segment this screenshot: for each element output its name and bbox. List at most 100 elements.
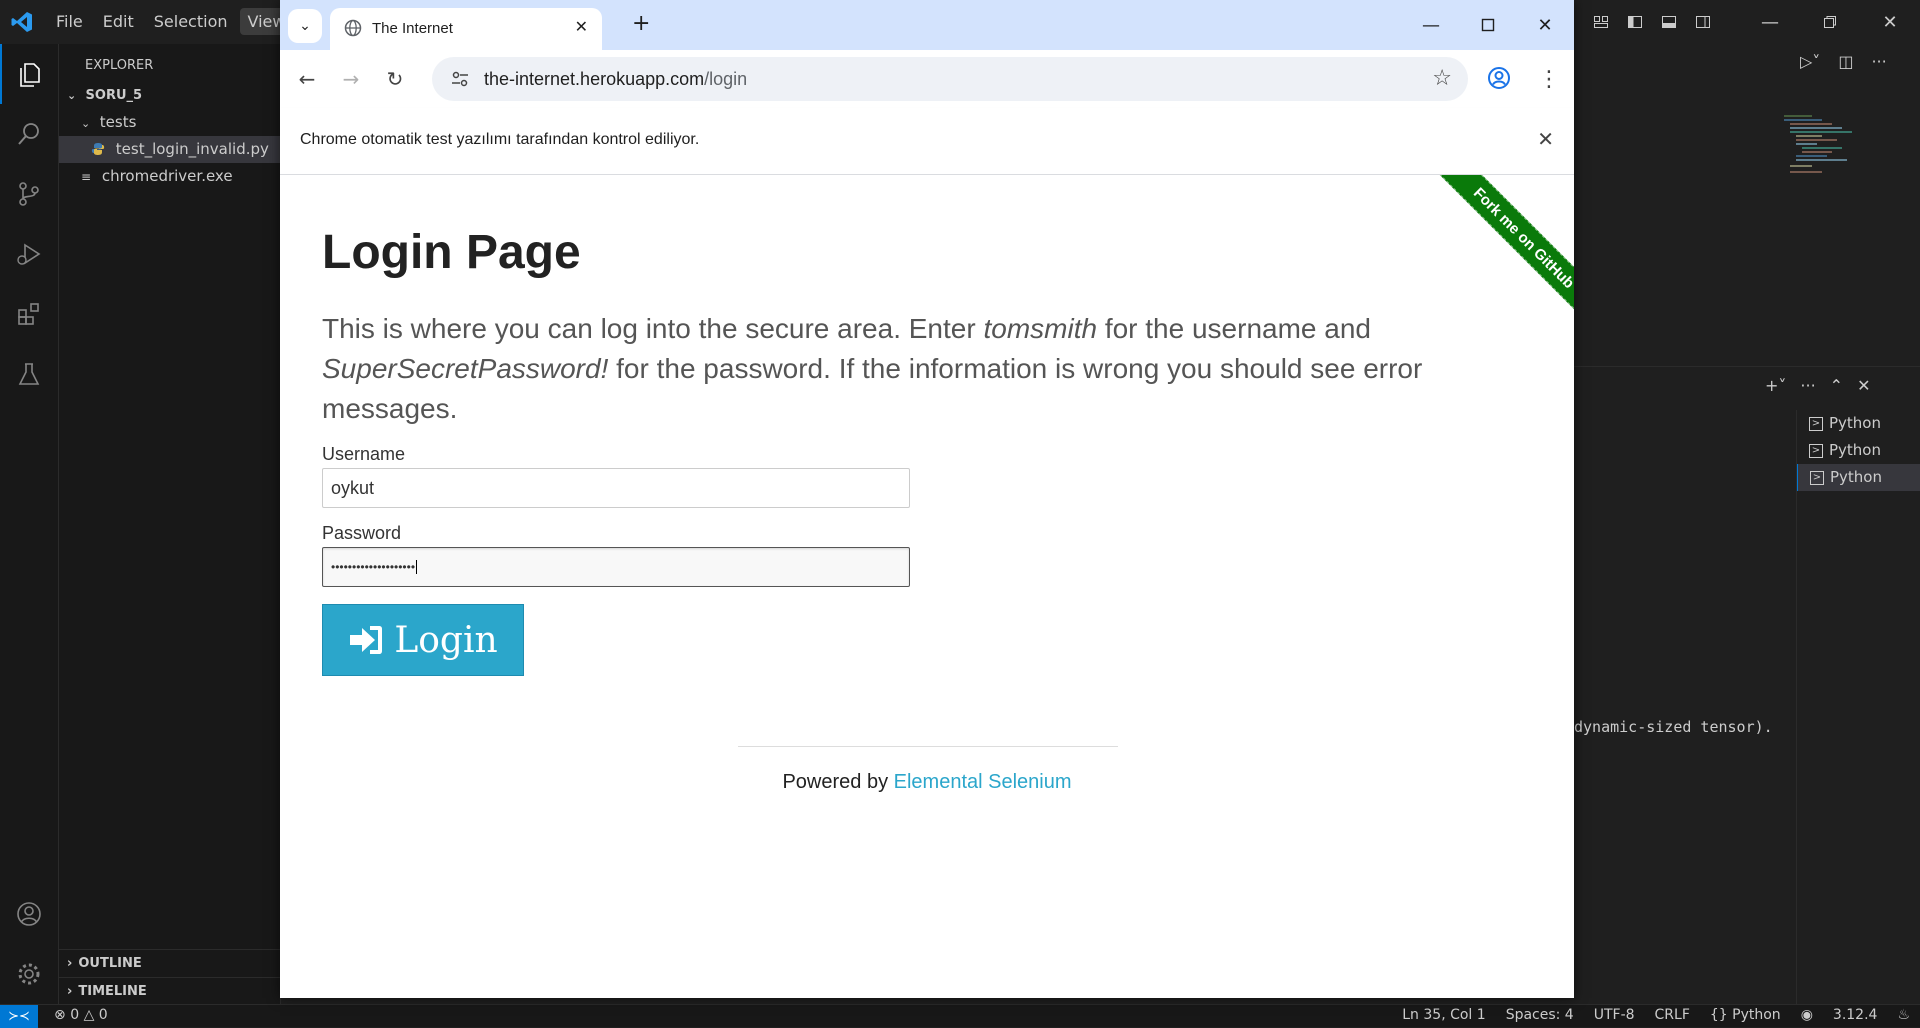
tab-search-icon[interactable]: ⌄: [288, 9, 322, 43]
cursor-position[interactable]: Ln 35, Col 1: [1402, 1007, 1485, 1023]
url-host: the-internet.herokuapp.com: [484, 69, 705, 89]
terminal-icon: >: [1809, 416, 1823, 431]
chevron-right-icon: ›: [67, 984, 73, 999]
warning-icon: △: [83, 1007, 95, 1023]
address-bar[interactable]: the-internet.herokuapp.com/login ☆: [432, 57, 1468, 101]
globe-icon: [344, 19, 362, 37]
tree-folder-tests[interactable]: ⌄ tests: [59, 109, 280, 136]
vscode-restore-icon[interactable]: [1800, 0, 1860, 44]
toggle-sidebar-icon[interactable]: [1618, 0, 1652, 44]
terminal-icon: >: [1809, 443, 1823, 458]
more-actions-icon[interactable]: ···: [1871, 52, 1886, 71]
forward-arrow-icon[interactable]: →: [334, 62, 368, 96]
menu-edit[interactable]: Edit: [95, 8, 142, 35]
profile-icon[interactable]: [1484, 63, 1514, 93]
infobar-text: Chrome otomatik test yazılımı tarafından…: [300, 131, 700, 148]
run-debug-icon[interactable]: [0, 224, 58, 284]
outline-section[interactable]: › OUTLINE: [59, 949, 280, 977]
testing-icon[interactable]: [0, 344, 58, 404]
line-ending[interactable]: CRLF: [1655, 1007, 1690, 1023]
file-label: chromedriver.exe: [101, 167, 233, 185]
copilot-icon[interactable]: ◉: [1801, 1007, 1813, 1023]
split-editor-icon[interactable]: ◫: [1838, 52, 1853, 71]
toggle-panel-icon[interactable]: [1652, 0, 1686, 44]
timeline-section[interactable]: › TIMELINE: [59, 977, 280, 1005]
project-root[interactable]: ⌄ SORU_5: [59, 82, 280, 109]
terminal-list: > Python > Python > Python: [1796, 410, 1920, 1004]
minimap: [1784, 115, 1852, 173]
chevron-down-icon: ⌄: [67, 89, 77, 102]
terminal-label: Python: [1829, 441, 1881, 459]
chrome-close-icon[interactable]: ✕: [1516, 0, 1574, 50]
outline-label: OUTLINE: [78, 956, 142, 971]
warning-count: 0: [98, 1007, 108, 1023]
tab-the-internet[interactable]: The Internet ✕: [330, 8, 602, 50]
panel-more-icon[interactable]: ···: [1800, 376, 1815, 395]
tree-file-chromedriver[interactable]: ≡ chromedriver.exe: [59, 163, 280, 190]
tab-strip: ⌄ The Internet ✕ + — ✕: [280, 0, 1574, 50]
remote-indicator-icon[interactable]: ≻≺: [0, 1005, 38, 1028]
vscode-close-icon[interactable]: ✕: [1860, 0, 1920, 44]
terminal-item[interactable]: > Python: [1797, 437, 1920, 464]
toggle-secondary-sidebar-icon[interactable]: [1686, 0, 1720, 44]
status-bar: ≻≺ ⊗ 0 △ 0 Ln 35, Col 1 Spaces: 4 UTF-8 …: [0, 1004, 1920, 1028]
chrome-window: ⌄ The Internet ✕ + — ✕ ← → ↻ the-interne…: [280, 0, 1574, 998]
encoding[interactable]: UTF-8: [1594, 1007, 1635, 1023]
maximize-panel-icon[interactable]: ⌃: [1830, 376, 1843, 395]
problems-indicator[interactable]: ⊗ 0 △ 0: [54, 1007, 108, 1023]
terminal-icon: >: [1810, 470, 1824, 485]
timeline-label: TIMELINE: [78, 984, 147, 999]
language-mode[interactable]: {} Python: [1710, 1007, 1781, 1023]
chrome-menu-icon[interactable]: ⋮: [1534, 62, 1564, 96]
tree-file-test-login-invalid[interactable]: test_login_invalid.py: [59, 136, 280, 163]
python-version[interactable]: 3.12.4: [1833, 1007, 1878, 1023]
new-terminal-icon[interactable]: +˅: [1765, 376, 1786, 395]
search-icon[interactable]: [0, 104, 58, 164]
chrome-toolbar: ← → ↻ the-internet.herokuapp.com/login ☆…: [280, 50, 1574, 109]
vscode-minimize-icon[interactable]: —: [1740, 0, 1800, 44]
chevron-down-icon: ⌄: [81, 117, 91, 130]
manage-gear-icon[interactable]: [0, 944, 58, 1004]
login-button-label: Login: [394, 619, 498, 661]
lead-part: for the username and: [1097, 313, 1371, 344]
source-control-icon[interactable]: [0, 164, 58, 224]
indentation[interactable]: Spaces: 4: [1506, 1007, 1574, 1023]
close-panel-icon[interactable]: ✕: [1857, 376, 1870, 395]
extensions-icon[interactable]: [0, 284, 58, 344]
instructions-text: This is where you can log into the secur…: [322, 309, 1462, 429]
accounts-icon[interactable]: [0, 884, 58, 944]
chrome-maximize-icon[interactable]: [1459, 0, 1517, 50]
password-mask: ••••••••••••••••••••: [331, 560, 416, 574]
panel-border: [1574, 366, 1920, 367]
notifications-bell-icon[interactable]: ♨: [1897, 1007, 1910, 1023]
url-path: /login: [704, 69, 748, 89]
footer-divider: [738, 746, 1118, 747]
back-arrow-icon[interactable]: ←: [290, 62, 324, 96]
infobar-close-icon[interactable]: ✕: [1537, 127, 1554, 151]
terminal-item-active[interactable]: > Python: [1797, 464, 1920, 491]
elemental-selenium-link[interactable]: Elemental Selenium: [894, 771, 1072, 793]
explorer-icon[interactable]: [0, 44, 58, 104]
bookmark-star-icon[interactable]: ☆: [1432, 66, 1452, 91]
new-tab-icon[interactable]: +: [632, 13, 650, 35]
chrome-minimize-icon[interactable]: —: [1402, 0, 1460, 50]
vscode-title-controls: — ✕: [1584, 0, 1920, 44]
tab-close-icon[interactable]: ✕: [575, 17, 588, 36]
activity-bar-bottom: [0, 884, 58, 1004]
password-field[interactable]: ••••••••••••••••••••: [322, 547, 910, 587]
customize-layout-icon[interactable]: [1584, 0, 1618, 44]
error-count: 0: [70, 1007, 80, 1023]
login-button[interactable]: Login: [322, 604, 524, 676]
site-info-icon[interactable]: [450, 69, 470, 89]
menu-selection[interactable]: Selection: [146, 8, 236, 35]
page-title: Login Page: [322, 226, 581, 279]
run-python-file-icon[interactable]: ▷˅: [1800, 52, 1820, 71]
terminal-item[interactable]: > Python: [1797, 410, 1920, 437]
lead-username: tomsmith: [983, 313, 1098, 344]
url-text: the-internet.herokuapp.com/login: [484, 69, 747, 90]
automation-infobar: Chrome otomatik test yazılımı tarafından…: [280, 108, 1574, 175]
reload-icon[interactable]: ↻: [378, 62, 412, 96]
terminal-output: dynamic-sized tensor).: [1574, 718, 1773, 736]
menu-file[interactable]: File: [48, 8, 91, 35]
username-field[interactable]: oykut: [322, 468, 910, 508]
